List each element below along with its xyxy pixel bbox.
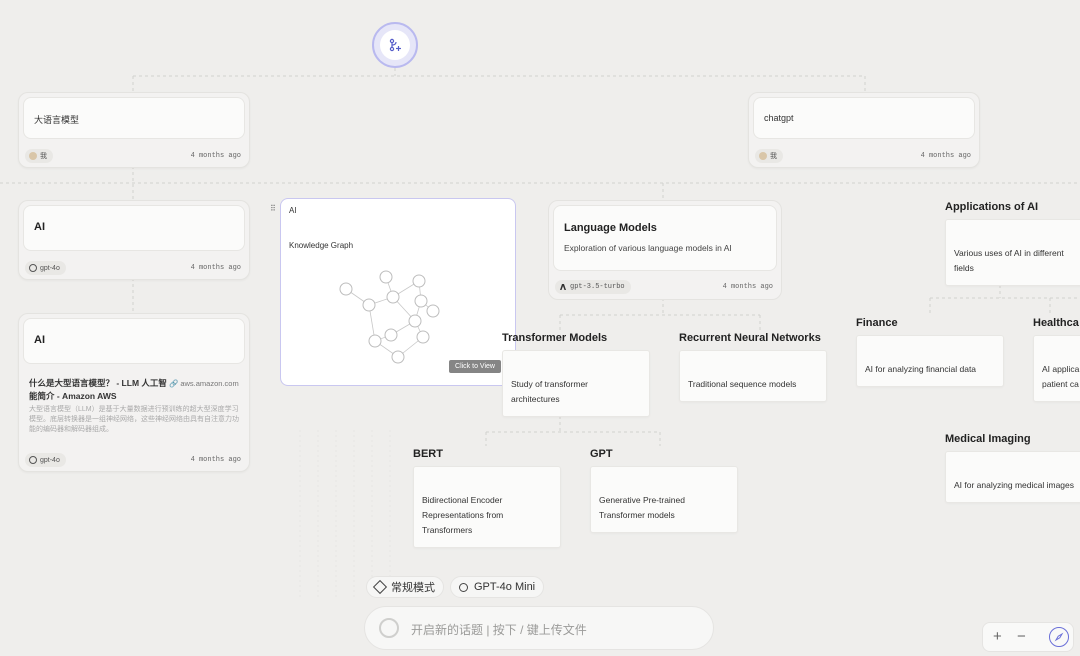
model-name: gpt-3.5-turbo: [570, 283, 625, 291]
healthcare-title: Healthca: [1033, 317, 1079, 329]
node-description: Exploration of various language models i…: [564, 243, 732, 253]
new-topic-input[interactable]: 开启新的话题 | 按下 / 键上传文件: [364, 606, 714, 650]
language-models-body: Language Models Exploration of various l…: [553, 205, 777, 271]
kg-node-label: AI: [289, 206, 297, 215]
applications-node[interactable]: Various uses of AI in different fields: [945, 219, 1080, 286]
topic-node-llm[interactable]: 大语言模型 我 4 months ago: [18, 92, 250, 168]
finance-title: Finance: [856, 317, 898, 329]
node-desc: fields: [954, 263, 974, 273]
model-selector[interactable]: GPT-4o Mini: [450, 576, 545, 598]
node-desc: AI for analyzing medical images: [954, 480, 1075, 490]
search-result-source[interactable]: 🔗 aws.amazon.com: [169, 379, 239, 388]
input-placeholder: 开启新的话题 | 按下 / 键上传文件: [411, 623, 587, 637]
topic-node-llm-body: 大语言模型: [23, 97, 245, 139]
timestamp: 4 months ago: [190, 152, 241, 160]
loading-circle-icon: [379, 618, 399, 638]
ai-answer-card-1[interactable]: AI gpt-4o 4 months ago: [18, 200, 250, 280]
timestamp: 4 months ago: [190, 264, 241, 272]
transformer-node[interactable]: Study of transformer architectures: [502, 350, 650, 417]
node-desc: Transformer models: [599, 510, 675, 520]
node-desc: patient ca: [1042, 379, 1079, 389]
model-badge: gpt-4o: [25, 261, 66, 275]
openai-icon: [459, 582, 468, 592]
timestamp: 4 months ago: [722, 283, 773, 291]
timestamp: 4 months ago: [920, 152, 971, 160]
drag-handle-icon[interactable]: ⠿: [270, 204, 276, 213]
model-badge: gpt-4o: [25, 453, 66, 467]
author-name: 我: [40, 153, 47, 160]
diamond-icon: [372, 579, 388, 595]
kg-subtitle: Knowledge Graph: [289, 241, 354, 250]
node-desc: AI for analyzing financial data: [865, 364, 977, 374]
author-name: 我: [770, 153, 777, 160]
node-desc: Transformers: [422, 525, 473, 535]
card-title: AI: [34, 334, 45, 346]
medical-imaging-node[interactable]: AI for analyzing medical images: [945, 451, 1080, 503]
node-desc: Bidirectional Encoder: [422, 495, 503, 505]
model-badge: gpt-3.5-turbo: [555, 280, 631, 294]
medical-imaging-title: Medical Imaging: [945, 433, 1031, 445]
bert-node[interactable]: Bidirectional Encoder Representations fr…: [413, 466, 561, 548]
node-title: Language Models: [564, 222, 657, 234]
rnn-node[interactable]: Traditional sequence models: [679, 350, 827, 402]
timestamp: 4 months ago: [190, 456, 241, 464]
topic-text: 大语言模型: [34, 115, 80, 125]
topic-node-chatgpt[interactable]: chatgpt 我 4 months ago: [748, 92, 980, 168]
mode-selector[interactable]: 常规模式: [366, 576, 444, 598]
model-name: gpt-4o: [40, 456, 60, 464]
search-result-title[interactable]: 什么是大型语言模型？ - LLM 人工智能简介 - Amazon AWS: [29, 377, 174, 403]
avatar-icon: [759, 152, 767, 160]
healthcare-node[interactable]: AI applica patient ca: [1033, 335, 1080, 402]
model-label: GPT-4o Mini: [474, 581, 536, 593]
finance-node[interactable]: AI for analyzing financial data: [856, 335, 1004, 387]
author-badge: 我: [755, 149, 783, 163]
root-node-inner: [380, 30, 410, 60]
node-desc: architectures: [511, 394, 560, 404]
avatar-icon: [29, 152, 37, 160]
author-badge: 我: [25, 149, 53, 163]
model-logo-icon: [560, 284, 566, 290]
mode-label: 常规模式: [391, 582, 435, 594]
ai-answer-card-2-body: AI: [23, 318, 245, 364]
ai-answer-card-2[interactable]: AI 什么是大型语言模型？ - LLM 人工智能简介 - Amazon AWS …: [18, 313, 250, 472]
search-result-snippet: 大型语言模型（LLM）是基于大量数据进行预训练的超大型深度学习模型。底层转换器是…: [29, 406, 239, 433]
root-node-button[interactable]: [372, 22, 418, 68]
model-name: gpt-4o: [40, 264, 60, 272]
node-desc: Representations from: [422, 510, 504, 520]
compass-needle-icon: [1054, 632, 1064, 642]
knowledge-graph-preview: [339, 270, 440, 364]
node-desc: Study of transformer: [511, 379, 589, 389]
openai-icon: [29, 264, 37, 272]
openai-icon: [29, 456, 37, 464]
click-to-view-button[interactable]: Click to View: [449, 360, 501, 373]
source-domain: aws.amazon.com: [180, 379, 239, 388]
zoom-in-button[interactable]: +: [993, 629, 1002, 645]
rnn-title: Recurrent Neural Networks: [679, 332, 821, 344]
zoom-controls: + −: [982, 622, 1074, 652]
node-desc: AI applica: [1042, 364, 1080, 374]
gpt-node[interactable]: Generative Pre-trained Transformer model…: [590, 466, 738, 533]
node-desc: Various uses of AI in different: [954, 248, 1064, 258]
topic-node-chatgpt-body: chatgpt: [753, 97, 975, 139]
branch-plus-icon: [389, 38, 401, 52]
gpt-title: GPT: [590, 448, 613, 460]
zoom-out-button[interactable]: −: [1017, 629, 1026, 645]
link-icon: 🔗: [169, 379, 179, 388]
node-desc: Generative Pre-trained: [599, 495, 685, 505]
ai-answer-card-1-body: AI: [23, 205, 245, 251]
topic-text: chatgpt: [764, 113, 794, 123]
node-desc: Traditional sequence models: [688, 379, 797, 389]
transformer-title: Transformer Models: [502, 332, 608, 344]
knowledge-graph-card[interactable]: AI Knowledge Graph: [280, 198, 516, 386]
bert-title: BERT: [413, 448, 443, 460]
language-models-node[interactable]: Language Models Exploration of various l…: [548, 200, 782, 300]
card-title: AI: [34, 221, 45, 233]
applications-title: Applications of AI: [945, 201, 1039, 213]
compass-icon[interactable]: [1049, 627, 1069, 647]
